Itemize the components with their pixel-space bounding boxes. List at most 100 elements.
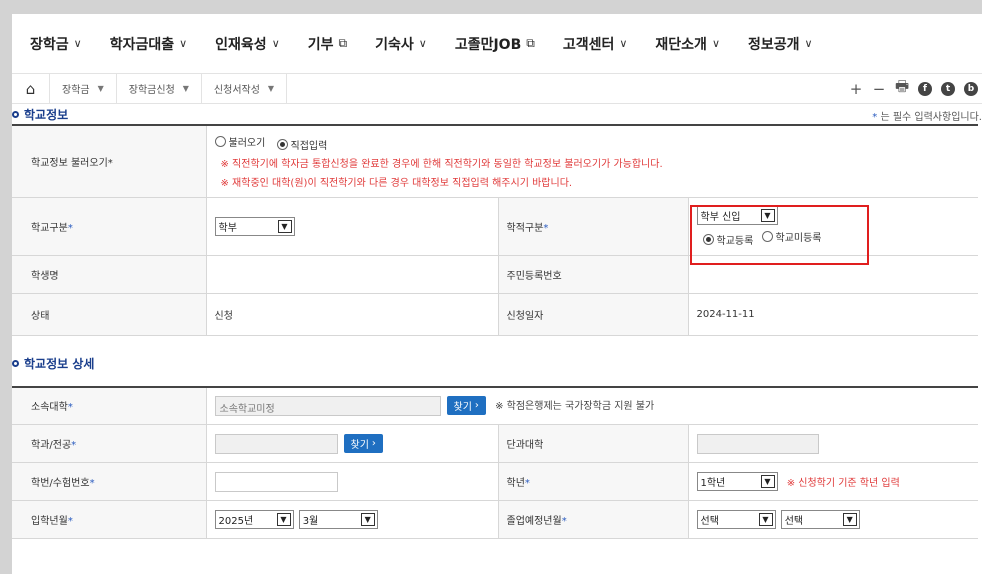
required-star: *: [543, 222, 549, 234]
major-cell: 찾기 ›: [205, 424, 498, 463]
facebook-icon[interactable]: f: [918, 81, 932, 96]
global-nav: 장학금 ∨ 학자금대출 ∨ 인재육성 ∨ 기부 ⧉ 기숙사 ∨ 고졸만JOB ⧉ 고객센터 ∨…: [12, 14, 982, 74]
nav-item-customer[interactable]: 고객센터 ∨: [563, 34, 628, 54]
grade-label: 학년*: [497, 462, 688, 501]
graduation-month-select[interactable]: 선택 ▼: [780, 510, 860, 529]
school-type-cell: 학부 ▼: [205, 197, 498, 256]
college-input[interactable]: [696, 433, 819, 454]
zoom-out-icon[interactable]: −: [872, 80, 886, 98]
radio-circle: [214, 135, 226, 147]
load-school-info-cell: 불러오기 직접입력 ※ 직전학기에 학자금 통합신청을 완료한 경우에 한해 직…: [205, 125, 978, 198]
radio-load[interactable]: 불러오기: [214, 134, 266, 149]
breadcrumb-item-write[interactable]: 신청서작성 ▼: [202, 73, 288, 104]
breadcrumb-item-scholarship[interactable]: 장학금 ▼: [50, 73, 117, 104]
nav-item-dormitory[interactable]: 기숙사 ∨: [375, 34, 427, 54]
required-star: *: [872, 112, 878, 123]
chevron-down-icon: ∨: [73, 37, 82, 50]
external-link-icon: ⧉: [526, 36, 535, 50]
major-find-button[interactable]: 찾기 ›: [343, 434, 383, 453]
admission-month-select[interactable]: 3월 ▼: [298, 510, 378, 529]
grade-cell: 1학년 ▼ ※ 신청학기 기준 학년 입력: [687, 462, 978, 501]
breadcrumb: ⌂ 장학금 ▼ 장학금신청 ▼ 신청서작성 ▼ + − 🖶 f t b: [12, 73, 982, 104]
major-label: 학과/전공*: [12, 424, 206, 463]
nav-item-about[interactable]: 재단소개 ∨: [655, 34, 720, 54]
grade-select[interactable]: 1학년 ▼: [696, 472, 778, 491]
required-star: *: [67, 516, 73, 527]
apply-date-value: 2024-11-11: [687, 293, 978, 336]
required-note: * 는 필수 입력사항입니다.: [872, 108, 982, 123]
chevron-right-icon: ›: [371, 438, 376, 449]
label-text: 학번/수험번호: [31, 478, 90, 489]
zoom-in-icon[interactable]: +: [849, 80, 863, 98]
chevron-down-icon: ∨: [179, 37, 188, 50]
external-link-icon: ⧉: [338, 36, 348, 50]
highlight-box: [690, 205, 869, 265]
twitter-icon[interactable]: t: [941, 81, 955, 96]
button-label: 찾기: [350, 440, 369, 451]
student-name-value: [205, 255, 498, 294]
nav-label: 장학금: [30, 36, 69, 53]
radio-direct-input[interactable]: 직접입력: [276, 137, 327, 152]
print-icon[interactable]: 🖶: [895, 76, 909, 101]
home-icon[interactable]: ⌂: [12, 73, 50, 104]
chevron-down-icon: ∨: [271, 37, 280, 50]
table-row: 학교정보 불러오기* 불러오기 직접입력 ※ 직전학기에 학자금 통합신청을 완…: [12, 125, 978, 198]
breadcrumb-item-apply[interactable]: 장학금신청 ▼: [117, 73, 202, 104]
section-title-text: 학교정보 상세: [24, 357, 95, 371]
university-input[interactable]: 소속학교미정: [214, 395, 441, 416]
page-tools: + − 🖶 f t b: [840, 76, 982, 101]
college-label: 단과대학: [497, 424, 688, 463]
radio-label: 불러오기: [228, 137, 266, 149]
select-value: 3월: [302, 516, 319, 527]
nav-item-disclosure[interactable]: 정보공개 ∨: [748, 34, 813, 54]
section-title-school-detail: 학교정보 상세: [12, 356, 982, 372]
graduation-year-select[interactable]: 선택 ▼: [696, 510, 776, 529]
notice-load: ※ 직전학기에 학자금 통합신청을 완료한 경우에 한해 직전학기와 동일한 학…: [220, 158, 663, 170]
chevron-down-icon: ▼: [758, 513, 773, 526]
nav-label: 기부: [307, 36, 334, 53]
chevron-down-icon: ▼: [276, 513, 291, 526]
chevron-down-icon: ∨: [418, 37, 427, 50]
table-row: 학과/전공* 찾기 › 단과대학: [12, 424, 978, 463]
select-value: 1학년: [700, 478, 726, 489]
required-star: *: [89, 478, 95, 489]
grade-note: ※ 신청학기 기준 학년 입력: [786, 478, 900, 489]
nav-item-loan[interactable]: 학자금대출 ∨: [110, 34, 187, 54]
table-row: 상태 신청 신청일자 2024-11-11: [12, 293, 978, 336]
school-type-select[interactable]: 학부 ▼: [214, 216, 295, 236]
university-find-button[interactable]: 찾기 ›: [446, 396, 486, 416]
student-number-input[interactable]: [214, 471, 338, 492]
chevron-down-icon: ▼: [842, 513, 857, 526]
load-school-info-label: 학교정보 불러오기*: [12, 125, 206, 198]
apply-date-label: 신청일자: [497, 293, 688, 336]
chevron-down-icon: ▼: [360, 513, 375, 526]
admission-year-select[interactable]: 2025년 ▼: [214, 510, 294, 529]
chevron-down-icon: ∨: [804, 37, 813, 50]
nav-item-scholarship[interactable]: 장학금 ∨: [30, 34, 82, 54]
select-value: 학부: [218, 222, 237, 234]
major-input[interactable]: [214, 433, 338, 454]
required-star: *: [67, 222, 73, 234]
nav-label: 기숙사: [375, 36, 414, 53]
required-star: *: [67, 402, 73, 414]
page: 장학금 ∨ 학자금대출 ∨ 인재육성 ∨ 기부 ⧉ 기숙사 ∨ 고졸만JOB ⧉ 고객센터 ∨…: [12, 14, 982, 574]
chevron-down-icon: ▼: [277, 219, 292, 233]
nav-item-talent[interactable]: 인재육성 ∨: [215, 34, 280, 54]
breadcrumb-label: 장학금신청: [128, 85, 175, 96]
academic-status-label: 학적구분*: [497, 197, 688, 256]
chevron-right-icon: ›: [474, 400, 479, 412]
nav-item-donation[interactable]: 기부 ⧉: [308, 34, 347, 54]
admission-cell: 2025년 ▼ 3월 ▼: [205, 500, 498, 539]
nav-item-job[interactable]: 고졸만JOB ⧉: [455, 34, 535, 54]
nav-label: 정보공개: [748, 36, 800, 53]
status-value: 신청: [205, 293, 498, 336]
breadcrumb-label: 장학금: [62, 85, 90, 96]
caret-down-icon: ▼: [182, 84, 189, 93]
nav-label: 학자금대출: [109, 36, 175, 53]
resident-number-label: 주민등록번호: [497, 255, 688, 294]
admission-label: 입학년월*: [12, 500, 206, 539]
required-star: *: [561, 516, 567, 527]
blog-icon[interactable]: b: [964, 81, 978, 96]
status-label: 상태: [12, 293, 206, 336]
select-value: 선택: [700, 516, 719, 527]
